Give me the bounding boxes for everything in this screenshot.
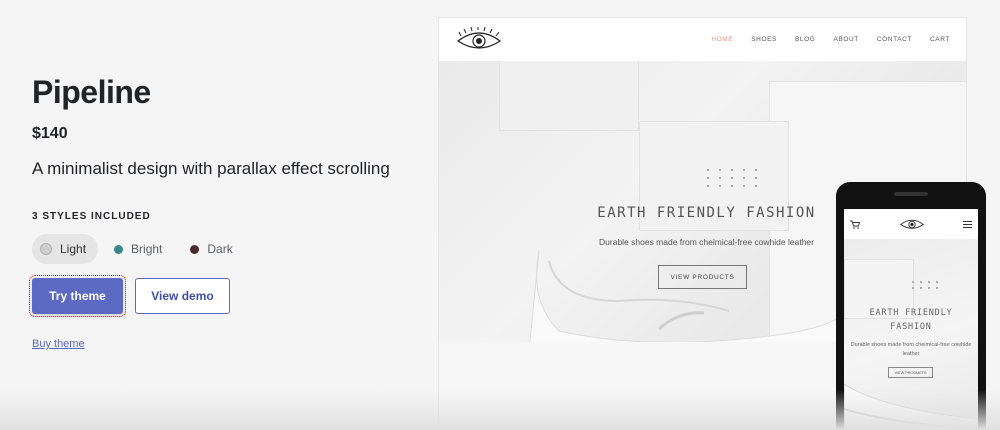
theme-info-panel: Pipeline $140 A minimalist design with p…	[29, 74, 412, 352]
mobile-hero-title-line2: FASHION	[890, 322, 932, 332]
preview-nav-blog[interactable]: BLOG	[795, 36, 815, 43]
mobile-navbar	[844, 209, 978, 239]
menu-icon[interactable]	[963, 220, 972, 228]
preview-nav-contact[interactable]: CONTACT	[877, 36, 912, 43]
style-option-bright[interactable]: Bright	[106, 234, 174, 264]
theme-price: $140	[32, 125, 68, 142]
preview-navbar: HOME SHOES BLOG ABOUT CONTACT CART	[439, 18, 966, 61]
mobile-hero-title: EARTH FRIENDLY FASHION	[850, 306, 972, 334]
buy-theme-link[interactable]: Buy theme	[32, 338, 85, 350]
style-label-bright: Bright	[131, 242, 163, 256]
hero-bg-block	[499, 61, 639, 131]
theme-description: A minimalist design with parallax effect…	[32, 159, 390, 178]
theme-title: Pipeline	[32, 74, 151, 110]
try-theme-button[interactable]: Try theme	[29, 275, 126, 317]
style-label-dark: Dark	[207, 242, 233, 256]
mobile-hero-subtitle: Durable shoes made from cheimical-free c…	[850, 342, 972, 357]
eye-logo-icon	[899, 219, 924, 229]
cart-icon[interactable]	[850, 220, 860, 229]
bottom-fade	[0, 390, 1000, 430]
hero-subtitle: Durable shoes made from cheimical-free c…	[599, 237, 814, 247]
phone-speaker	[894, 192, 928, 196]
style-option-dark[interactable]: Dark	[182, 234, 244, 264]
hero-title: EARTH FRIENDLY FASHION	[597, 205, 816, 221]
preview-nav-about[interactable]: ABOUT	[833, 36, 858, 43]
light-swatch-icon	[40, 243, 52, 255]
style-option-light[interactable]: Light	[32, 234, 99, 264]
preview-nav-shoes[interactable]: SHOES	[751, 36, 777, 43]
bright-swatch-icon	[114, 244, 124, 254]
hero-dots-pattern	[707, 169, 761, 187]
shoe-image	[529, 250, 849, 342]
mobile-view-products-button[interactable]: VIEW PRODUCTS	[888, 367, 933, 378]
preview-nav-cart[interactable]: CART	[930, 36, 950, 43]
eye-logo-icon	[456, 26, 502, 49]
style-selector: Light Bright Dark	[32, 234, 412, 264]
style-label-light: Light	[60, 242, 87, 256]
preview-nav-home[interactable]: HOME	[711, 36, 733, 43]
mobile-hero-title-line1: EARTH FRIENDLY	[869, 308, 953, 318]
view-products-button[interactable]: VIEW PRODUCTS	[658, 265, 747, 289]
view-demo-button[interactable]: View demo	[135, 278, 230, 314]
dark-swatch-icon	[190, 244, 200, 254]
styles-heading: 3 STYLES INCLUDED	[32, 211, 151, 222]
hero-dots-pattern	[912, 281, 940, 289]
